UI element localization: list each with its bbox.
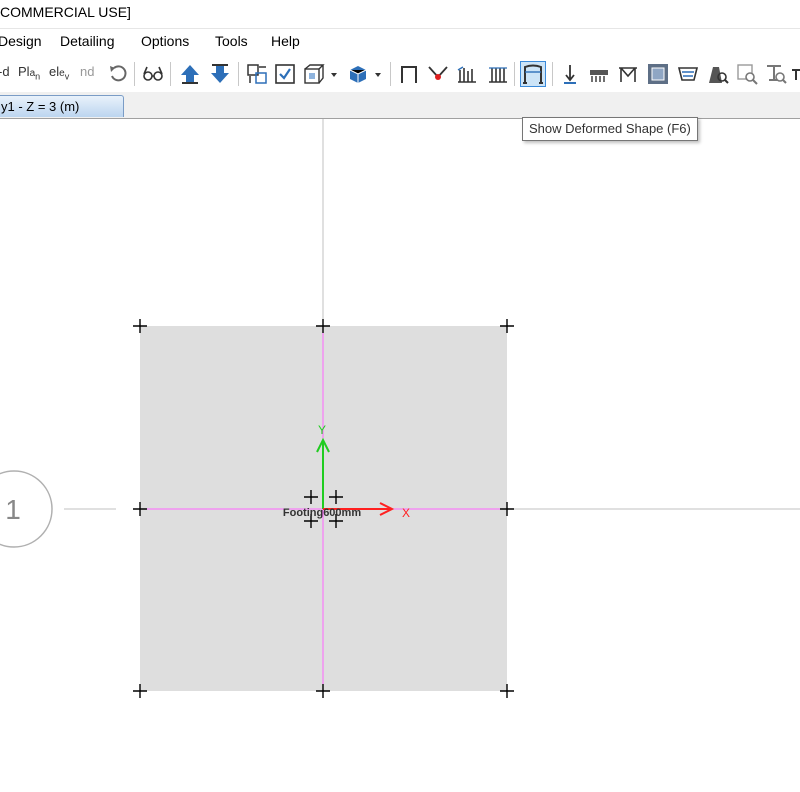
extrude-view-icon[interactable] (346, 62, 370, 86)
toolbar-plan-view-button[interactable]: Plan (18, 64, 40, 82)
toolbar-nd-view-button[interactable]: nd (80, 64, 94, 79)
wall-stack-icon[interactable] (455, 62, 479, 86)
menu-detailing[interactable]: Detailing (60, 33, 114, 49)
menu-options[interactable]: Options (141, 33, 189, 49)
menu-tools[interactable]: Tools (215, 33, 248, 49)
checkbox-icon[interactable] (273, 62, 297, 86)
section-view-icon[interactable] (302, 62, 326, 86)
building-search-icon[interactable] (705, 62, 729, 86)
deformed-shape-icon[interactable] (520, 61, 546, 87)
section-search-icon[interactable] (764, 62, 788, 86)
toolbar-separator (552, 62, 553, 86)
toolbar-separator (238, 62, 239, 86)
title-bar: COMMERCIAL USE] (0, 0, 800, 29)
joint-icon[interactable] (426, 62, 450, 86)
toolbar-separator (514, 62, 515, 86)
select-window-icon[interactable] (245, 62, 269, 86)
toolbar-separator (170, 62, 171, 86)
frame-icon[interactable] (397, 62, 421, 86)
column-stack-icon[interactable] (486, 62, 510, 86)
move-down-icon[interactable] (208, 62, 232, 86)
move-up-icon[interactable] (178, 62, 202, 86)
toolbar-separator (390, 62, 391, 86)
axis-x-label: X (402, 506, 410, 520)
window-title: COMMERCIAL USE] (0, 4, 131, 20)
grid-search-icon[interactable] (735, 62, 759, 86)
glasses-icon[interactable] (141, 62, 165, 86)
surface-load-icon[interactable] (676, 62, 700, 86)
view-tab-strip: y1 - Z = 3 (m) (0, 92, 800, 119)
rotate-icon[interactable] (106, 62, 130, 86)
chevron-down-icon[interactable] (328, 62, 340, 86)
toolbar-elevation-view-button[interactable]: elev (49, 64, 69, 82)
truss-load-icon[interactable] (616, 62, 640, 86)
footing-label: Footing600mm (283, 507, 361, 519)
toolbar-separator (134, 62, 135, 86)
more-tools-icon[interactable] (790, 62, 800, 86)
toolbar: -d Plan elev nd (0, 56, 800, 92)
distributed-load-icon[interactable] (587, 62, 611, 86)
model-canvas[interactable]: 1 Y X Footing600mm (0, 119, 800, 792)
toolbar-3d-view-button[interactable]: -d (0, 64, 10, 79)
chevron-down-icon[interactable] (372, 62, 384, 86)
load-arrow-icon[interactable] (558, 62, 582, 86)
menu-help[interactable]: Help (271, 33, 300, 49)
menu-bar: Design Detailing Options Tools Help (0, 29, 800, 55)
tab-plan-view[interactable]: y1 - Z = 3 (m) (0, 95, 124, 117)
grid-bubble-label: 1 (5, 494, 21, 525)
axis-y-label: Y (318, 423, 326, 437)
menu-design[interactable]: Design (0, 33, 42, 49)
area-load-icon[interactable] (646, 62, 670, 86)
